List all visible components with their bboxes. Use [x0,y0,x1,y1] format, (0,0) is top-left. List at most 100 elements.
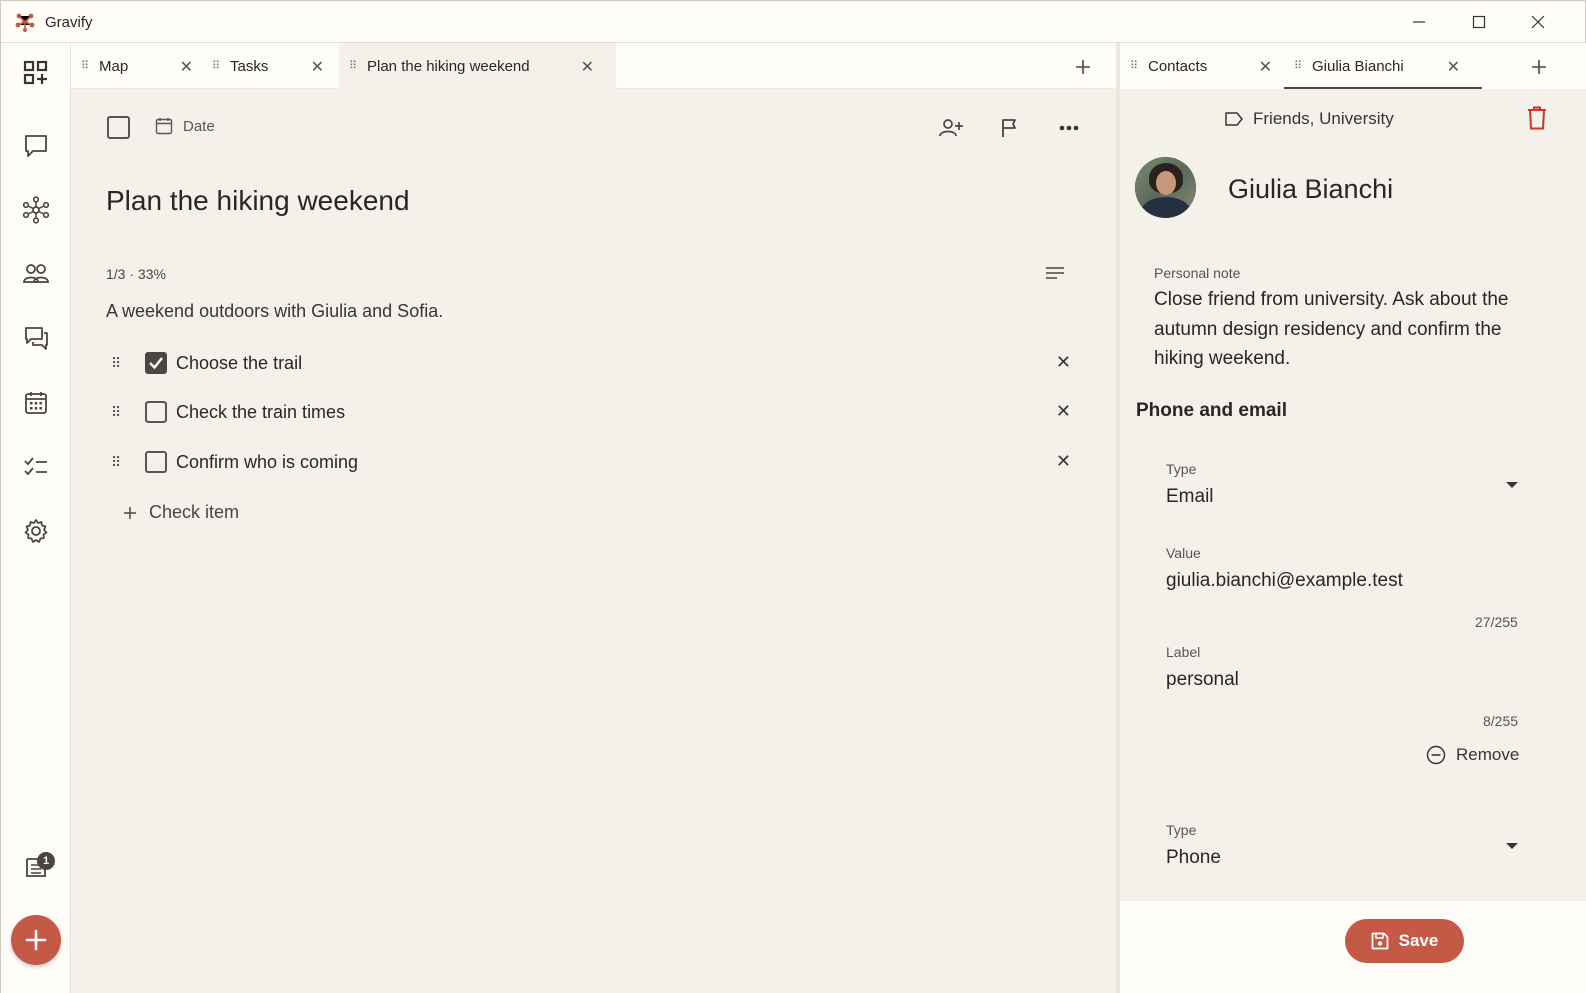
minus-circle-icon [1426,745,1446,765]
personal-note-label: Personal note [1154,265,1241,281]
drag-handle-icon: ⠿ [1294,60,1302,72]
phone-email-section-title: Phone and email [1136,400,1287,421]
tags-label: Friends, University [1253,109,1394,128]
checklist-item-label[interactable]: Check the train times [176,402,345,423]
tab-label: Plan the hiking weekend [367,57,530,75]
tab-tasks[interactable]: ⠿ Tasks ✕ [212,43,330,89]
drag-handle-icon[interactable]: ⠿ [111,405,121,419]
app-title: Gravify [45,14,93,31]
tab-giulia-bianchi[interactable]: ⠿ Giulia Bianchi ✕ [1284,43,1482,89]
text-lines-icon [1046,267,1064,279]
add-check-item-label: Check item [149,502,240,522]
drag-handle-icon[interactable]: ⠿ [111,455,121,469]
network-graph-icon [22,196,50,224]
plus-icon [124,506,136,519]
close-window-button[interactable] [1523,9,1553,35]
contact-footer: Save [1120,901,1586,993]
add-tab-button[interactable] [1075,55,1091,81]
add-tab-button[interactable] [1531,55,1547,81]
sidebar-item-conversations[interactable] [19,321,53,355]
remove-item-icon[interactable]: ✕ [1056,451,1071,472]
more-options-button[interactable] [1055,115,1083,141]
checklist-progress: 1/3 · 33% [106,266,166,282]
drag-handle-icon: ⠿ [212,60,220,72]
task-complete-checkbox[interactable] [107,116,130,139]
remove-item-icon[interactable]: ✕ [1056,352,1071,373]
task-description[interactable]: A weekend outdoors with Giulia and Sofia… [106,301,443,322]
sidebar-item-chat[interactable] [19,129,53,163]
save-icon [1371,932,1389,950]
assign-person-button[interactable] [937,115,965,141]
description-format-button[interactable] [1045,266,1065,287]
dropdown-arrow-icon[interactable] [1506,482,1518,488]
add-check-item-button[interactable]: Check item [123,502,239,523]
flag-button[interactable] [996,115,1024,141]
label-label: Label [1166,644,1201,660]
sidebar-item-settings[interactable] [19,514,53,548]
plus-icon [1076,60,1090,74]
sidebar-item-tasks[interactable] [19,450,53,484]
tab-contacts[interactable]: ⠿ Contacts ✕ [1130,43,1280,89]
tab-label: Contacts [1148,57,1208,75]
remove-item-icon[interactable]: ✕ [1056,401,1071,422]
maximize-button[interactable] [1464,9,1494,35]
dashboard-add-icon [23,60,48,85]
plus-icon [25,929,47,951]
tab-label: Giulia Bianchi [1312,57,1404,75]
sidebar-item-network[interactable] [19,193,53,227]
minimize-button[interactable] [1404,9,1434,35]
checklist-item: ⠿ Check the train times ✕ [111,397,1071,427]
title-bar: Gravify [1,1,1585,43]
gravify-logo-icon [15,13,35,32]
checkmark-icon [149,357,163,370]
trash-icon [1528,106,1546,130]
contact-tags[interactable]: Friends, University [1225,109,1394,129]
close-tab-icon[interactable]: ✕ [180,57,193,77]
save-button[interactable]: Save [1345,919,1464,963]
drag-handle-icon: ⠿ [1130,60,1138,72]
task-title[interactable]: Plan the hiking weekend [106,185,410,217]
checklist-item: ⠿ Choose the trail ✕ [111,348,1071,378]
flag-icon [1002,119,1016,137]
sidebar-item-people[interactable] [19,257,53,291]
checklist-item: ⠿ Confirm who is coming ✕ [111,447,1071,477]
tab-map[interactable]: ⠿ Map ✕ [81,43,199,89]
label-field[interactable]: personal [1166,669,1239,691]
task-detail-pane: Date Plan the hiking weekend 1/3 · 33% A… [71,89,1116,993]
close-tab-icon[interactable]: ✕ [1447,57,1460,77]
drag-handle-icon: ⠿ [349,60,357,72]
checklist-checkbox[interactable] [145,451,167,473]
sidebar-item-calendar[interactable] [19,386,53,420]
value-char-counter: 27/255 [1475,614,1518,630]
checklist-item-label[interactable]: Choose the trail [176,353,302,374]
plus-icon [1532,60,1546,74]
tab-label: Map [99,57,129,75]
create-button[interactable] [11,915,61,965]
type-select[interactable]: Phone [1166,847,1221,869]
checklist-item-label[interactable]: Confirm who is coming [176,452,358,473]
dropdown-arrow-icon[interactable] [1506,843,1518,849]
tab-plan-the-hiking-weekend[interactable]: ⠿ Plan the hiking weekend ✕ [339,43,616,89]
tag-icon [1225,112,1243,126]
delete-contact-button[interactable] [1526,106,1548,135]
drag-handle-icon[interactable]: ⠿ [111,356,121,370]
type-label: Type [1166,822,1197,838]
checklist-icon [24,457,47,476]
notes-badge: 1 [37,852,55,870]
date-button[interactable]: Date [155,117,215,135]
save-label: Save [1398,931,1439,950]
close-tab-icon[interactable]: ✕ [311,57,324,77]
remove-entry-button[interactable]: Remove [1426,745,1519,765]
dashboard-add-button[interactable] [19,56,53,90]
checklist-checkbox[interactable] [145,401,167,423]
close-tab-icon[interactable]: ✕ [1259,57,1272,77]
checklist-checkbox[interactable] [145,352,167,374]
contact-name[interactable]: Giulia Bianchi [1228,174,1393,205]
type-select[interactable]: Email [1166,486,1214,508]
avatar[interactable] [1135,157,1196,218]
close-tab-icon[interactable]: ✕ [581,57,594,77]
value-field[interactable]: giulia.bianchi@example.test [1166,570,1403,592]
personal-note-text[interactable]: Close friend from university. Ask about … [1154,285,1534,374]
value-label: Value [1166,545,1201,561]
minimize-icon [1413,21,1425,23]
